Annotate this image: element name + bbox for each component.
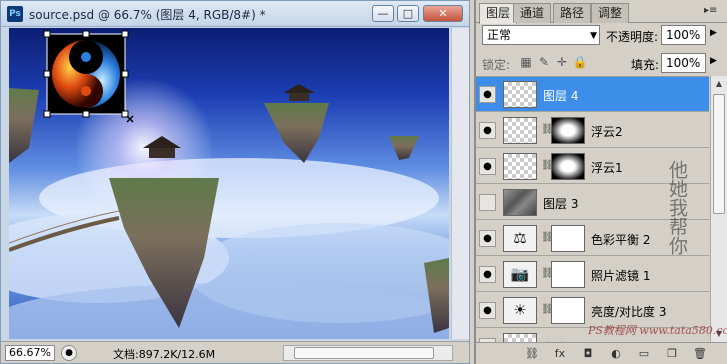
fantasy-scene-image [9,30,449,339]
panel-tabs: 图层 通道 路径 调整 [476,3,727,24]
image-canvas[interactable] [9,28,449,339]
layer-mask-thumbnail[interactable] [551,153,585,180]
adjustment-icon[interactable]: ◐ [608,346,624,362]
layer-thumbnail[interactable] [503,117,537,144]
fill-label: 填充: [631,58,660,72]
layer-name: 亮度/对比度 3 [591,305,667,319]
fx-icon[interactable]: fx [552,346,568,362]
tab-channels[interactable]: 通道 [513,3,552,23]
layer-row[interactable]: ● 📷 ⛓ 照片滤镜 1 [476,257,709,292]
layer-thumbnail[interactable] [503,333,537,342]
visibility-eye-icon[interactable]: ● [479,194,496,211]
zoom-input[interactable]: 66.67% [5,345,55,361]
sun-icon[interactable]: ☀ [503,297,537,324]
layer-list-scrollbar[interactable]: ▲ ▼ [710,76,727,342]
panel-bottom-toolbar: ⛓ fx ◘ ◐ ▭ ❐ 🗑 [476,342,727,364]
tab-adjustments[interactable]: 调整 [591,3,630,23]
layer-name: 图层 4 [543,89,579,103]
minimize-button[interactable]: — [372,5,394,22]
layer-name: 照片滤镜 1 [591,269,651,283]
layer-name: 图层 3 [543,197,579,211]
new-layer-icon[interactable]: ❐ [664,346,680,362]
visibility-eye-icon[interactable]: ● [479,230,496,247]
layer-thumbnail[interactable] [503,153,537,180]
tab-paths[interactable]: 路径 [553,3,592,23]
watermark-vertical: 他她我帮你 [666,160,688,255]
lock-transparency-icon[interactable]: ▦ [518,54,534,70]
trash-icon[interactable]: 🗑 [692,346,708,362]
document-title: source.psd @ 66.7% (图层 4, RGB/8#) * [29,8,266,22]
document-status-bar: 66.67% ● 文档:897.2K/12.6M [1,341,469,363]
chevron-down-icon: ▼ [590,31,597,41]
document-window: Ps source.psd @ 66.7% (图层 4, RGB/8#) * —… [0,0,470,364]
layer-mask-thumbnail[interactable] [551,117,585,144]
panel-menu-icon[interactable]: ▸≡ [704,5,717,16]
scroll-up-icon[interactable]: ▲ [712,77,726,91]
visibility-eye-icon[interactable]: ● [479,158,496,175]
mask-icon[interactable]: ◘ [580,346,596,362]
lock-all-icon[interactable]: 🔒 [572,54,588,70]
layer-row[interactable]: ● 图层 4 [476,77,709,112]
layer-row[interactable]: ● ⛓ 浮云2 [476,113,709,148]
visibility-eye-icon[interactable]: ● [479,122,496,139]
layer-name: 浮云1 [591,161,623,175]
layers-panel: 图层 通道 路径 调整 ▸≡ 正常 ▼ 不透明度: 100% ▶ 锁定: ▦ ✎ … [474,0,727,364]
layer-mask-thumbnail[interactable] [551,261,585,288]
tab-layers[interactable]: 图层 [479,3,518,24]
document-horizontal-scrollbar[interactable] [283,345,453,361]
blend-mode-value: 正常 [487,28,512,42]
lock-pixels-icon[interactable]: ✎ [536,54,552,70]
document-titlebar[interactable]: Ps source.psd @ 66.7% (图层 4, RGB/8#) * —… [1,1,469,27]
document-vertical-scrollbar[interactable] [451,28,469,339]
scrollbar-thumb[interactable] [294,347,434,359]
document-size: 文档:897.2K/12.6M [113,348,216,361]
watermark-url: PS教程网 www.tata580.com [588,324,727,337]
visibility-eye-icon[interactable]: ● [479,266,496,283]
opacity-label: 不透明度: [606,30,659,44]
layer-mask-thumbnail[interactable] [551,297,585,324]
fill-slider-arrow-icon[interactable]: ▶ [710,56,717,66]
scale-icon[interactable]: ⚖ [503,225,537,252]
photoshop-icon: Ps [7,6,23,22]
maximize-button[interactable]: □ [397,5,419,22]
layer-thumbnail[interactable] [503,81,537,108]
group-icon[interactable]: ▭ [636,346,652,362]
opacity-slider-arrow-icon[interactable]: ▶ [710,28,717,38]
fill-input[interactable]: 100% [661,53,706,73]
scrollbar-thumb[interactable] [713,94,725,214]
link-icon[interactable]: ⛓ [524,346,540,362]
lock-position-icon[interactable]: ✛ [554,54,570,70]
camera-icon[interactable]: 📷 [503,261,537,288]
layer-thumbnail[interactable] [503,189,537,216]
layer-mask-thumbnail[interactable] [551,225,585,252]
visibility-eye-icon[interactable]: ● [479,86,496,103]
layer-name: 浮云2 [591,125,623,139]
status-info-icon[interactable]: ● [61,345,77,361]
opacity-input[interactable]: 100% [661,25,706,45]
visibility-eye-icon[interactable]: ● [479,302,496,319]
close-button[interactable]: ✕ [423,5,463,22]
lock-label: 锁定: [482,58,511,72]
blend-mode-select[interactable]: 正常 ▼ [482,25,600,45]
